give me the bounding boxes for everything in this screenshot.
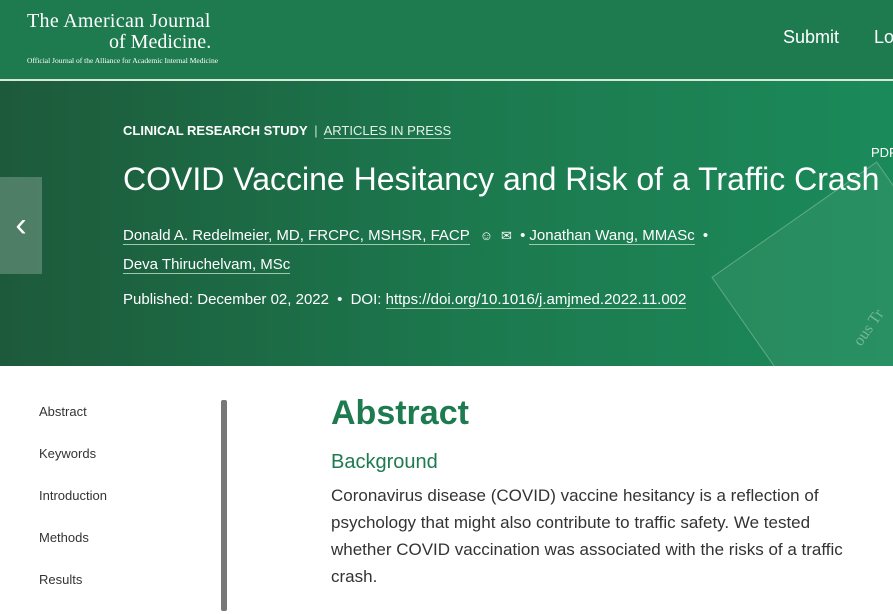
article-body: Abstract Background Coronavirus disease …	[331, 394, 851, 590]
abstract-heading: Abstract	[331, 394, 469, 432]
toc-scrollbar[interactable]	[221, 400, 227, 611]
author-separator: •	[702, 227, 709, 244]
table-of-contents: Abstract Keywords Introduction Methods R…	[39, 404, 107, 614]
toc-item-introduction[interactable]: Introduction	[39, 488, 107, 530]
toc-item-keywords[interactable]: Keywords	[39, 446, 107, 488]
previous-article-button[interactable]: ‹	[0, 177, 42, 274]
author-link[interactable]: Deva Thiruchelvam, MSc	[123, 256, 291, 274]
journal-logo[interactable]: The American Journal of Medicine. Offici…	[27, 11, 218, 65]
published-date: December 02, 2022	[197, 291, 329, 308]
toc-item-abstract[interactable]: Abstract	[39, 404, 107, 446]
author-list: Donald A. Redelmeier, MD, FRCPC, MSHSR, …	[123, 221, 783, 279]
article-kicker: CLINICAL RESEARCH STUDY | ARTICLES IN PR…	[123, 123, 452, 139]
logo-line-1: The American Journal	[27, 10, 211, 32]
toc-item-methods[interactable]: Methods	[39, 530, 107, 572]
doi-label: DOI:	[350, 291, 382, 308]
article-type: CLINICAL RESEARCH STUDY	[123, 123, 308, 138]
login-link[interactable]: Lo	[874, 27, 893, 48]
background-heading: Background	[331, 451, 438, 473]
mail-icon[interactable]: ✉	[501, 221, 512, 250]
author-link[interactable]: Donald A. Redelmeier, MD, FRCPC, MSHSR, …	[123, 227, 470, 245]
user-icon[interactable]: ☺	[480, 221, 493, 250]
articles-in-press-link[interactable]: ARTICLES IN PRESS	[323, 123, 452, 139]
top-navigation-bar: The American Journal of Medicine. Offici…	[0, 0, 893, 81]
pdf-link[interactable]: PDF	[871, 145, 893, 160]
doi-link[interactable]: https://doi.org/10.1016/j.amjmed.2022.11…	[385, 291, 687, 309]
logo-tagline: Official Journal of the Alliance for Aca…	[27, 56, 219, 65]
published-label: Published:	[123, 291, 194, 308]
author-link[interactable]: Jonathan Wang, MMASc	[529, 227, 695, 245]
logo-line-2: of Medicine.	[109, 31, 212, 53]
publication-info: Published: December 02, 2022 • DOI: http…	[123, 291, 687, 309]
article-hero: ous Tr ‹ PDF CLINICAL RESEARCH STUDY | A…	[0, 81, 893, 366]
info-separator: •	[337, 291, 343, 308]
author-separator: •	[520, 227, 526, 244]
article-title: COVID Vaccine Hesitancy and Risk of a Tr…	[123, 161, 880, 197]
background-paragraph: Coronavirus disease (COVID) vaccine hesi…	[331, 486, 843, 586]
kicker-separator: |	[314, 123, 318, 138]
toc-item-results[interactable]: Results	[39, 572, 107, 614]
submit-link[interactable]: Submit	[783, 27, 839, 48]
chevron-left-icon: ‹	[15, 206, 27, 244]
